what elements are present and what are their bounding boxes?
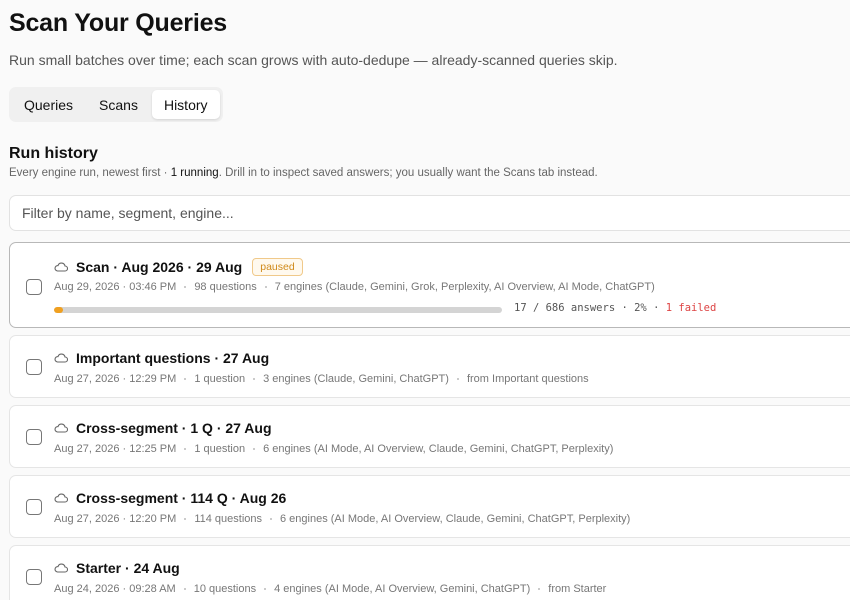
run-card[interactable]: Important questions · 27 Aug Aug 27, 202… [9, 335, 850, 398]
cloud-icon [54, 423, 68, 433]
run-checkbox[interactable] [26, 429, 42, 445]
run-meta: Aug 29, 2026 · 03:46 PM 98 questions 7 e… [54, 281, 655, 293]
cloud-icon [54, 262, 68, 272]
progress-fill [54, 307, 63, 313]
run-engines: 6 engines (AI Mode, AI Overview, Claude,… [263, 443, 614, 455]
page-subtitle: Run small batches over time; each scan g… [9, 52, 618, 68]
meta-separator [270, 518, 272, 520]
failed-count: 1 failed [665, 302, 717, 314]
run-card[interactable]: Cross-segment · 1 Q · 27 Aug Aug 27, 202… [9, 405, 850, 468]
meta-separator [184, 518, 187, 520]
tab-bar: Queries Scans History [9, 87, 223, 122]
tab-history[interactable]: History [151, 90, 220, 119]
run-title-row: Cross-segment · 1 Q · 27 Aug [54, 420, 272, 436]
meta-separator [456, 378, 459, 380]
run-title: Important questions · 27 Aug [76, 350, 270, 366]
run-meta: Aug 27, 2026 · 12:25 PM 1 question 6 eng… [54, 443, 613, 455]
run-checkbox[interactable] [26, 499, 42, 515]
desc-suffix: . Drill in to inspect saved answers; you… [218, 167, 598, 179]
meta-separator [264, 588, 267, 590]
run-date: Aug 27, 2026 · 12:25 PM [54, 443, 177, 455]
progress-bar [54, 307, 502, 313]
tab-scans[interactable]: Scans [87, 90, 150, 119]
run-date: Aug 24, 2026 · 09:28 AM [54, 583, 176, 595]
run-checkbox[interactable] [26, 359, 42, 375]
run-checkbox[interactable] [26, 569, 42, 585]
run-card[interactable]: Cross-segment · 114 Q · Aug 26 Aug 27, 2… [9, 475, 850, 538]
meta-separator [183, 588, 186, 590]
meta-separator [264, 286, 267, 288]
run-source: from Starter [548, 583, 607, 595]
tab-queries[interactable]: Queries [12, 90, 85, 119]
section-description: Every engine run, newest first · 1 runni… [9, 167, 598, 179]
progress-counts: 17 / 686 answers · 2% [514, 302, 647, 314]
run-engines: 3 engines (Claude, Gemini, ChatGPT) [263, 373, 449, 385]
run-date: Aug 27, 2026 · 12:29 PM [54, 373, 177, 385]
run-questions: 98 questions [194, 281, 257, 293]
meta-separator [184, 448, 187, 450]
run-questions: 1 question [194, 443, 246, 455]
run-date: Aug 29, 2026 · 03:46 PM [54, 281, 177, 293]
cloud-icon [54, 353, 68, 363]
run-title: Cross-segment · 114 Q · Aug 26 [76, 490, 287, 506]
run-questions: 10 questions [193, 583, 257, 595]
progress-text: 17 / 686 answers · 2% · 1 failed [514, 302, 716, 314]
meta-separator [538, 588, 541, 590]
running-count: 1 running [170, 167, 219, 179]
run-engines: 4 engines (AI Mode, AI Overview, Gemini,… [274, 583, 531, 595]
filter-input[interactable] [9, 195, 850, 231]
page-title: Scan Your Queries [9, 9, 227, 37]
run-meta: Aug 27, 2026 · 12:29 PM 1 question 3 eng… [54, 373, 589, 385]
run-title: Starter · 24 Aug [76, 560, 180, 576]
run-card[interactable]: Scan · Aug 2026 · 29 Aug paused Aug 29, … [9, 242, 850, 328]
meta-separator [253, 378, 256, 380]
desc-prefix: Every engine run, newest first · [9, 167, 171, 179]
meta-separator [253, 448, 256, 450]
run-meta: Aug 27, 2026 · 12:20 PM 114 questions 6 … [54, 513, 630, 525]
run-title-row: Scan · Aug 2026 · 29 Aug paused [54, 258, 303, 276]
run-engines: 7 engines (Claude, Gemini, Grok, Perplex… [274, 281, 655, 293]
run-questions: 1 question [194, 373, 246, 385]
run-meta: Aug 24, 2026 · 09:28 AM 10 questions 4 e… [54, 583, 606, 595]
meta-separator [184, 286, 187, 288]
run-questions: 114 questions [194, 513, 262, 525]
run-card[interactable]: Starter · 24 Aug Aug 24, 2026 · 09:28 AM… [9, 545, 850, 600]
section-title: Run history [9, 145, 98, 162]
run-title: Scan · Aug 2026 · 29 Aug [76, 259, 243, 275]
run-date: Aug 27, 2026 · 12:20 PM [54, 513, 177, 525]
cloud-icon [54, 563, 68, 573]
status-badge: paused [252, 258, 303, 276]
run-title: Cross-segment · 1 Q · 27 Aug [76, 420, 272, 436]
progress-separator: · [646, 302, 666, 314]
meta-separator [184, 378, 187, 380]
run-source: from Important questions [466, 373, 589, 385]
run-title-row: Important questions · 27 Aug [54, 350, 269, 366]
run-engines: 6 engines (AI Mode, AI Overview, Claude,… [280, 513, 631, 525]
run-checkbox[interactable] [26, 279, 42, 295]
run-title-row: Starter · 24 Aug [54, 560, 180, 576]
cloud-icon [54, 493, 68, 503]
run-title-row: Cross-segment · 114 Q · Aug 26 [54, 490, 286, 506]
